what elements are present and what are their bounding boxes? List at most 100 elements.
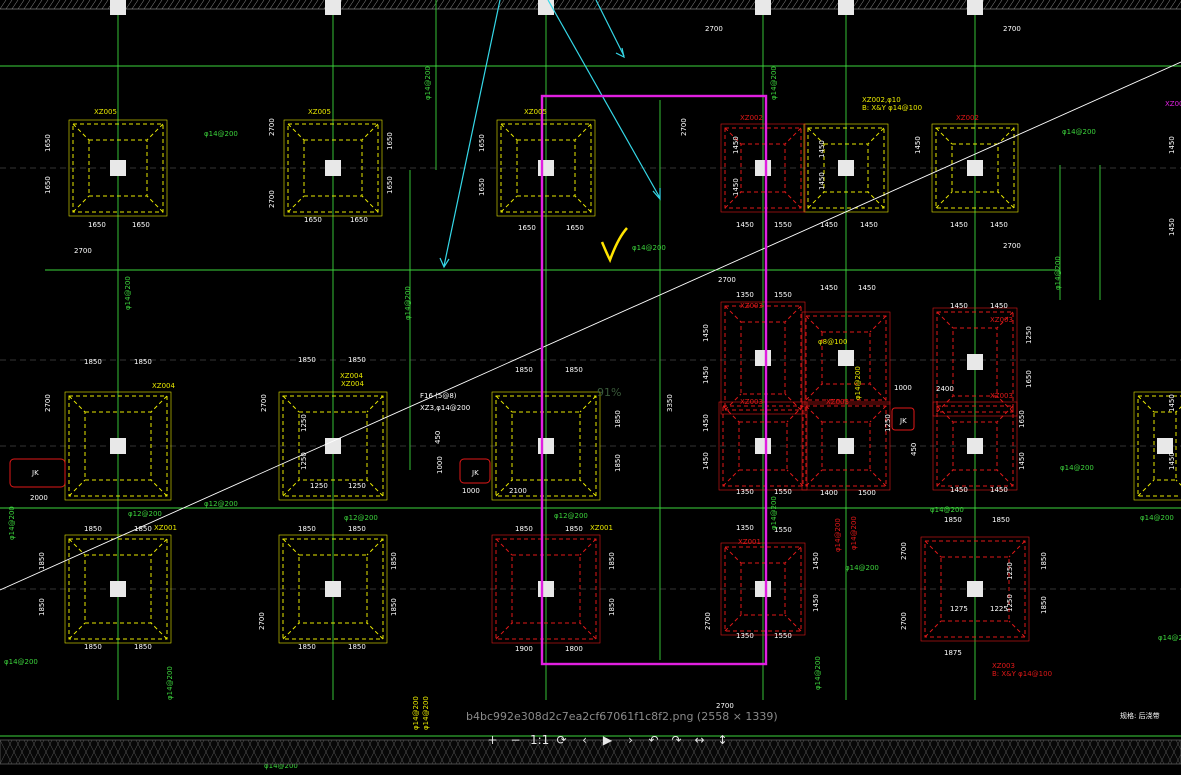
dimension-label: 1650 — [478, 134, 486, 152]
tag-label: φ14@200 — [4, 658, 38, 666]
rotate-left-icon[interactable]: ↶ — [645, 731, 662, 749]
dimension-label: 1450 — [1168, 452, 1176, 470]
tag-label: XZ003 — [992, 662, 1015, 670]
dimension-label: 3350 — [666, 394, 674, 412]
dimension-label: 1650 — [478, 178, 486, 196]
dimension-label: 1500 — [858, 489, 876, 497]
column — [110, 438, 126, 454]
dimension-label: 1000 — [436, 456, 444, 474]
tag-label: JK — [899, 417, 907, 425]
tag-label: JK — [31, 469, 39, 477]
dimension-label: 2700 — [258, 612, 266, 630]
tag-label: φ14@200 — [124, 276, 132, 310]
tag-label: φ14@200 — [850, 516, 858, 550]
tag-label: F16 (5@8) — [420, 392, 457, 400]
dimension-label: 1650 — [44, 134, 52, 152]
dimension-label: 1250 — [300, 414, 308, 432]
dimension-label: 1450 — [820, 284, 838, 292]
tag-label: XZ001 — [738, 538, 761, 546]
dimension-label: 1850 — [298, 525, 316, 533]
dimension-label: 1850 — [565, 366, 583, 374]
dimension-label: 1850 — [348, 356, 366, 364]
dimension-label: 1550 — [774, 488, 792, 496]
dimension-label: 1850 — [390, 552, 398, 570]
dimension-label: 1450 — [858, 284, 876, 292]
dimension-label: 1650 — [566, 224, 584, 232]
column — [755, 581, 771, 597]
dimension-label: 2700 — [1003, 242, 1021, 250]
dimension-label: 2700 — [680, 118, 688, 136]
column — [838, 350, 854, 366]
column — [838, 0, 854, 15]
tag-label: φ14@200 — [632, 244, 666, 252]
tag-label: φ14@200 — [1140, 514, 1174, 522]
tag-label: 规格: 后浇带 — [1120, 711, 1160, 720]
tag-label: XZ003 — [740, 302, 763, 310]
tag-label: φ14@200 — [412, 696, 420, 730]
tag-label: φ14@200 — [1060, 464, 1094, 472]
tag-label: φ14@200 — [1062, 128, 1096, 136]
tag-label: XZ004 — [152, 382, 175, 390]
dimension-label: 1850 — [84, 358, 102, 366]
dimension-label: 1250 — [1006, 594, 1014, 612]
column — [1157, 438, 1173, 454]
column — [110, 160, 126, 176]
tag-label: B: X&Y φ14@100 — [992, 670, 1052, 678]
tag-label: φ14@200 — [1158, 634, 1181, 642]
dimension-label: 1350 — [736, 488, 754, 496]
dimension-label: 1850 — [390, 598, 398, 616]
dimension-label: 1450 — [702, 452, 710, 470]
tag-label: φ14@200 — [404, 286, 412, 320]
tag-label: B: X&Y φ14@100 — [862, 104, 922, 112]
zoom-out-icon[interactable]: − — [507, 731, 524, 749]
dimension-label: 2700 — [260, 394, 268, 412]
dimension-label: 1650 — [304, 216, 322, 224]
dimension-label: 1850 — [134, 358, 152, 366]
dimension-label: 1250 — [1006, 562, 1014, 580]
tag-label: φ14@200 — [854, 366, 862, 400]
fit-icon[interactable]: ⟳ — [553, 731, 570, 749]
play-icon[interactable]: ▶ — [599, 731, 616, 749]
dimension-label: 1450 — [950, 221, 968, 229]
dimension-label: 1350 — [736, 632, 754, 640]
column — [967, 160, 983, 176]
dimension-label: 1650 — [518, 224, 536, 232]
dimension-label: 1450 — [820, 221, 838, 229]
dimension-label: 1850 — [614, 410, 622, 428]
dimension-label: 2700 — [704, 612, 712, 630]
column — [967, 354, 983, 370]
next-icon[interactable]: › — [622, 731, 639, 749]
dimension-label: 1450 — [732, 178, 740, 196]
dimension-label: 1250 — [1025, 326, 1033, 344]
actual-size-icon[interactable]: 1:1 — [530, 731, 549, 749]
tag-label: φ14@200 — [770, 66, 778, 100]
dimension-label: 1000 — [894, 384, 912, 392]
column — [755, 0, 771, 15]
tag-label: XZ003 — [826, 398, 849, 406]
previous-icon[interactable]: ‹ — [576, 731, 593, 749]
tag-label: XZ005 — [94, 108, 117, 116]
dimension-label: 2700 — [705, 25, 723, 33]
dimension-label: 1850 — [134, 643, 152, 651]
dimension-label: 1850 — [1040, 552, 1048, 570]
dimension-label: 1850 — [515, 366, 533, 374]
dimension-label: 2700 — [718, 276, 736, 284]
tag-label: XZ002 — [740, 114, 763, 122]
dimension-label: 2700 — [1003, 25, 1021, 33]
dimension-label: 1450 — [732, 136, 740, 154]
dimension-label: 2700 — [44, 394, 52, 412]
dimension-label: 1650 — [386, 132, 394, 150]
dimension-label: 1450 — [950, 486, 968, 494]
dimension-label: 1850 — [608, 552, 616, 570]
dimension-label: 1650 — [88, 221, 106, 229]
rotate-right-icon[interactable]: ↷ — [668, 731, 685, 749]
zoom-in-icon[interactable]: + — [484, 731, 501, 749]
dimension-label: 1650 — [132, 221, 150, 229]
flip-horizontal-icon[interactable]: ↔ — [691, 731, 708, 749]
cad-drawing-canvas[interactable]: 1650 1650 1650 1650 1650 1650 2700 2700 2700 2700… — [0, 0, 1181, 775]
tag-label: φ14@200 — [204, 130, 238, 138]
dimension-label: 1450 — [1018, 452, 1026, 470]
column — [538, 581, 554, 597]
flip-vertical-icon[interactable]: ↕ — [714, 731, 731, 749]
dimension-label: 1850 — [38, 598, 46, 616]
